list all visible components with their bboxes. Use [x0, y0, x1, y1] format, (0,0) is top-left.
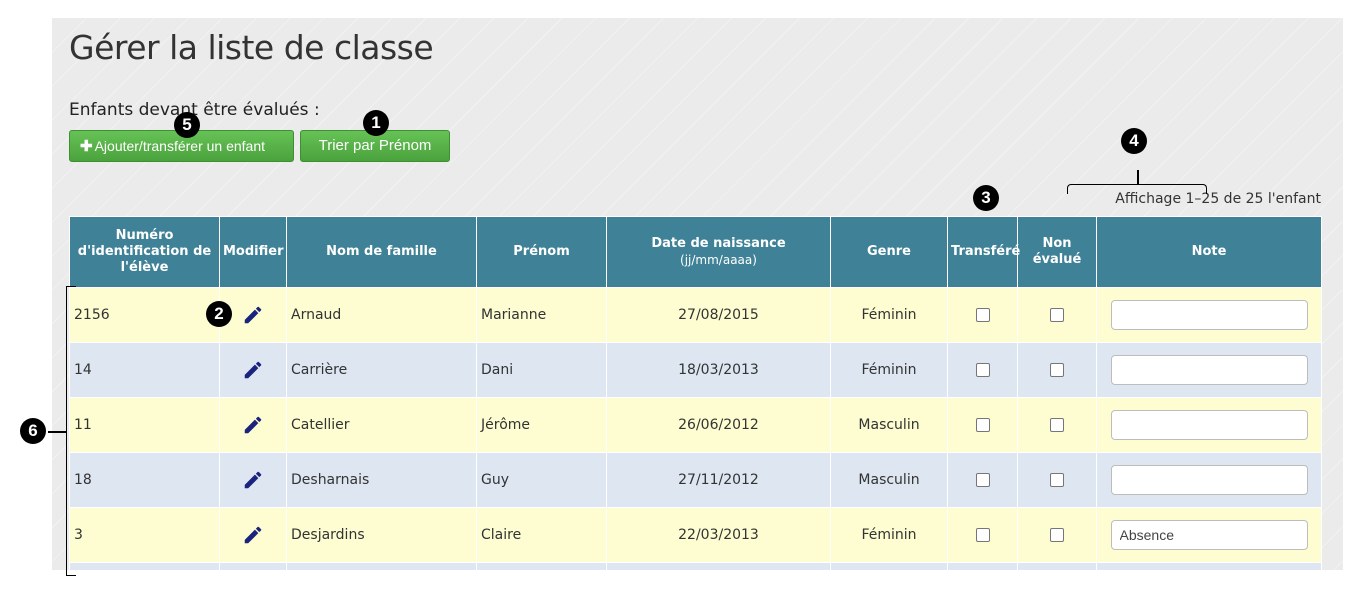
transferred-checkbox[interactable] [975, 363, 990, 377]
student-id: 3 [69, 507, 220, 563]
transferred-checkbox[interactable] [975, 308, 990, 322]
birth-date-cell: 22/03/2013 [606, 507, 831, 563]
gender-cell: Féminin [830, 507, 948, 563]
first-name-cell: Marianne [476, 287, 607, 343]
column-header-gender[interactable]: Genre [830, 216, 948, 288]
plus-icon: ✚ [80, 138, 93, 155]
note-input[interactable] [1110, 355, 1308, 385]
first-name-cell: Dani [476, 342, 607, 398]
transferred-checkbox[interactable] [975, 528, 990, 542]
student-id: 11 [69, 397, 220, 453]
transferred-cell [947, 452, 1018, 508]
last-name-cell: Desharnais [286, 452, 477, 508]
birth-date-header-label: Date de naissance [651, 236, 786, 251]
not-evaluated-cell [1017, 287, 1097, 343]
pencil-icon [244, 471, 262, 489]
column-header-transferred: Transféré [947, 216, 1020, 288]
transferred-checkbox[interactable] [975, 473, 990, 487]
birth-date-cell: 27/08/2015 [606, 287, 831, 343]
column-header-not-evaluated: Non évalué [1017, 216, 1097, 288]
transferred-cell [947, 507, 1018, 563]
last-name-cell: Catellier [286, 397, 477, 453]
not-evaluated-cell [1017, 452, 1097, 508]
note-cell [1096, 287, 1322, 343]
column-header-edit: Modifier [219, 216, 287, 288]
note-cell [1096, 452, 1322, 508]
pencil-icon [244, 416, 262, 434]
table-row [69, 562, 1322, 570]
not-evaluated-cell [1017, 397, 1097, 453]
table-header-row: Numéro d'identification de l'élève Modif… [69, 216, 1322, 288]
callout-marker-5: 5 [174, 112, 200, 138]
last-name-cell: Carrière [286, 342, 477, 398]
column-header-last-name[interactable]: Nom de famille [286, 216, 477, 288]
birth-date-cell: 26/06/2012 [606, 397, 831, 453]
pencil-icon [244, 526, 262, 544]
column-header-note: Note [1096, 216, 1322, 288]
callout-6-bracket [66, 286, 76, 576]
birth-date-format-hint: (jj/mm/aaaa) [680, 253, 757, 267]
edit-student-button[interactable] [219, 452, 287, 508]
content-panel: Gérer la liste de classe Enfants devant … [52, 18, 1343, 570]
gender-cell: Masculin [830, 397, 948, 453]
not-evaluated-checkbox[interactable] [1050, 473, 1064, 487]
gender-cell: Féminin [830, 287, 948, 343]
student-id: 18 [69, 452, 220, 508]
callout-marker-4: 4 [1121, 128, 1147, 154]
first-name-cell: Claire [476, 507, 607, 563]
edit-student-button[interactable] [219, 342, 287, 398]
birth-date-cell: 18/03/2013 [606, 342, 831, 398]
birth-date-cell: 27/11/2012 [606, 452, 831, 508]
transferred-cell [947, 287, 1018, 343]
note-input[interactable] [1110, 410, 1308, 440]
column-header-id[interactable]: Numéro d'identification de l'élève [69, 216, 220, 288]
column-header-birth-date[interactable]: Date de naissance (jj/mm/aaaa) [606, 216, 831, 288]
note-cell [1096, 397, 1322, 453]
transferred-cell [947, 397, 1018, 453]
table-row: 3 Desjardins Claire 22/03/2013 Féminin [69, 507, 1322, 563]
callout-marker-1: 1 [363, 110, 389, 136]
first-name-cell: Guy [476, 452, 607, 508]
not-evaluated-checkbox[interactable] [1050, 308, 1064, 322]
gender-cell: Masculin [830, 452, 948, 508]
student-id: 2156 [69, 287, 220, 343]
note-cell [1096, 342, 1322, 398]
note-cell [1096, 507, 1322, 563]
first-name-cell: Jérôme [476, 397, 607, 453]
not-evaluated-checkbox[interactable] [1050, 418, 1064, 432]
column-header-first-name[interactable]: Prénom [476, 216, 607, 288]
page-title: Gérer la liste de classe [69, 28, 434, 67]
table-row: 2156 Arnaud Marianne 27/08/2015 Féminin [69, 287, 1322, 343]
note-input[interactable] [1110, 465, 1308, 495]
student-id: 14 [69, 342, 220, 398]
table-row: 18 Desharnais Guy 27/11/2012 Masculin [69, 452, 1322, 508]
class-list-table: Numéro d'identification de l'élève Modif… [69, 216, 1322, 570]
gender-cell: Féminin [830, 342, 948, 398]
note-input[interactable] [1110, 520, 1308, 550]
not-evaluated-cell [1017, 507, 1097, 563]
callout-6-bracket-tick [48, 431, 66, 433]
not-evaluated-cell [1017, 342, 1097, 398]
transferred-checkbox[interactable] [975, 418, 990, 432]
callout-marker-6: 6 [20, 418, 46, 444]
last-name-cell: Desjardins [286, 507, 477, 563]
callout-marker-3: 3 [973, 185, 999, 211]
pencil-icon [244, 306, 262, 324]
callout-4-bracket-tick [1137, 170, 1139, 184]
table-row: 11 Catellier Jérôme 26/06/2012 Masculin [69, 397, 1322, 453]
callout-4-bracket [1067, 184, 1207, 194]
note-input[interactable] [1110, 300, 1308, 330]
callout-marker-2: 2 [206, 301, 232, 327]
transferred-cell [947, 342, 1018, 398]
last-name-cell: Arnaud [286, 287, 477, 343]
add-child-label: Ajouter/transférer un enfant [94, 138, 266, 154]
edit-student-button[interactable] [219, 507, 287, 563]
not-evaluated-checkbox[interactable] [1050, 363, 1064, 377]
edit-student-button[interactable] [219, 397, 287, 453]
table-row: 14 Carrière Dani 18/03/2013 Féminin [69, 342, 1322, 398]
not-evaluated-checkbox[interactable] [1050, 528, 1064, 542]
pencil-icon [244, 361, 262, 379]
